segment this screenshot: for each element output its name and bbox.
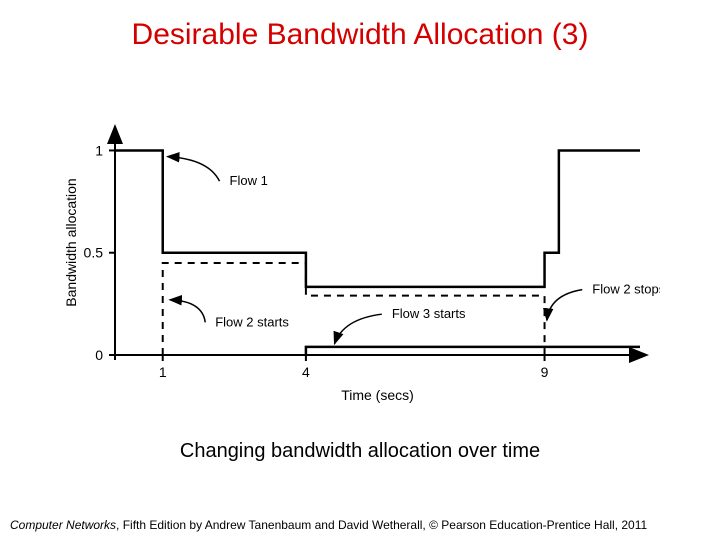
svg-text:0: 0 — [95, 347, 103, 363]
slide-title: Desirable Bandwidth Allocation (3) — [0, 18, 720, 52]
slide-footer: Computer Networks, Fifth Edition by Andr… — [10, 518, 710, 532]
svg-text:1: 1 — [159, 364, 167, 380]
footer-book-title: Computer Networks — [10, 518, 116, 532]
svg-text:0.5: 0.5 — [84, 245, 104, 261]
svg-text:1: 1 — [95, 142, 103, 158]
svg-text:Bandwidth allocation: Bandwidth allocation — [63, 178, 79, 306]
annotation-label: Flow 2 stops — [592, 282, 660, 297]
annotation-label: Flow 3 starts — [392, 306, 466, 321]
series-flow-2 — [163, 263, 545, 355]
series-flow-3 — [306, 347, 640, 355]
series-flow-1 — [115, 150, 640, 286]
bandwidth-chart: 00.51149Time (secs)Bandwidth allocation … — [60, 120, 660, 410]
footer-rest: , Fifth Edition by Andrew Tanenbaum and … — [116, 518, 647, 532]
chart-caption: Changing bandwidth allocation over time — [0, 440, 720, 463]
annotation-label: Flow 1 — [230, 173, 268, 188]
slide: Desirable Bandwidth Allocation (3) 0 0.5 1… — [0, 0, 720, 540]
svg-text:Time (secs): Time (secs) — [341, 387, 414, 403]
svg-text:4: 4 — [302, 364, 310, 380]
svg-text:9: 9 — [541, 364, 549, 380]
annotation-label: Flow 2 starts — [215, 314, 289, 329]
